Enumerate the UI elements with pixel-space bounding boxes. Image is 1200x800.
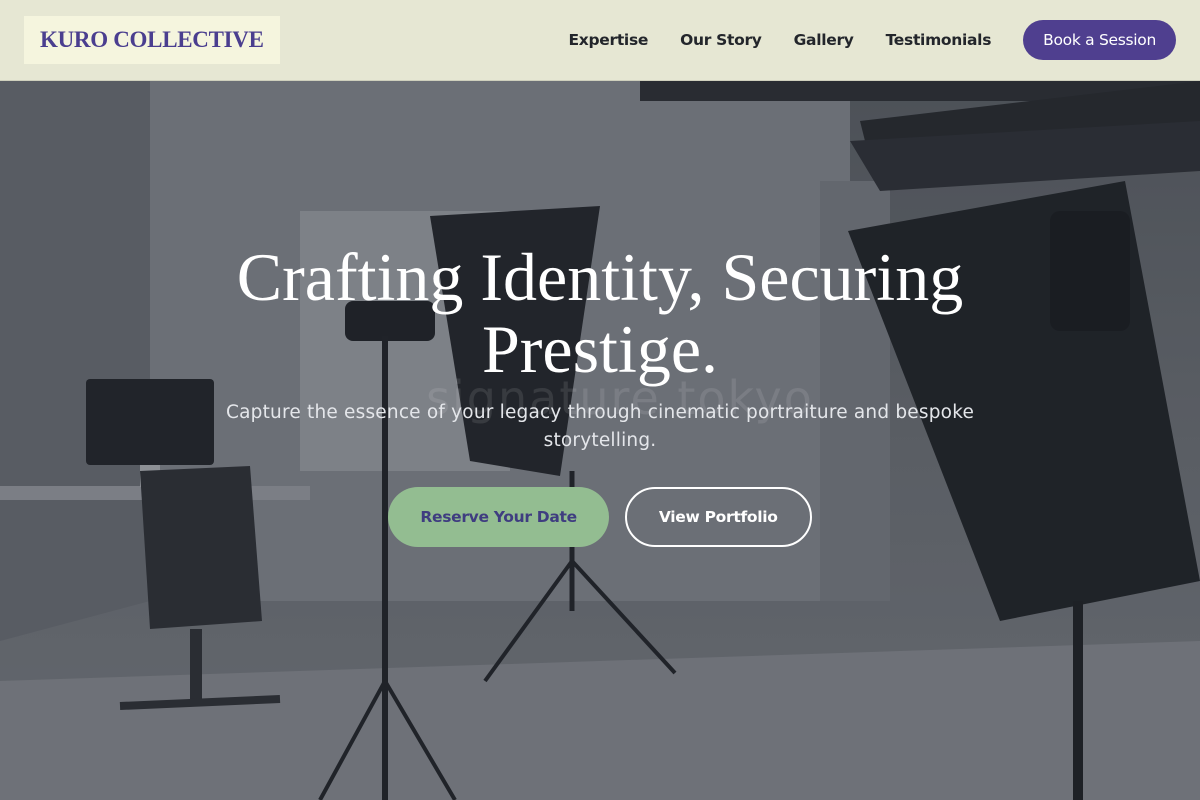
reserve-date-button[interactable]: Reserve Your Date <box>388 487 609 547</box>
nav-link-testimonials[interactable]: Testimonials <box>886 31 992 49</box>
main-nav: Expertise Our Story Gallery Testimonials… <box>568 20 1176 60</box>
hero-content: Crafting Identity, Securing Prestige. Ca… <box>150 241 1050 547</box>
hero-actions: Reserve Your Date View Portfolio <box>150 487 1050 547</box>
hero-subtitle: Capture the essence of your legacy throu… <box>225 402 975 451</box>
nav-link-expertise[interactable]: Expertise <box>568 31 648 49</box>
site-header: KURO COLLECTIVE Expertise Our Story Gall… <box>0 0 1200 81</box>
nav-link-our-story[interactable]: Our Story <box>680 31 762 49</box>
brand-logo[interactable]: KURO COLLECTIVE <box>24 16 280 64</box>
book-session-button[interactable]: Book a Session <box>1023 20 1176 60</box>
hero-title: Crafting Identity, Securing Prestige. <box>236 239 964 387</box>
hero-section: signature tokyo Crafting Identity, Secur… <box>0 81 1200 800</box>
view-portfolio-button[interactable]: View Portfolio <box>624 487 812 547</box>
nav-link-gallery[interactable]: Gallery <box>794 31 854 49</box>
